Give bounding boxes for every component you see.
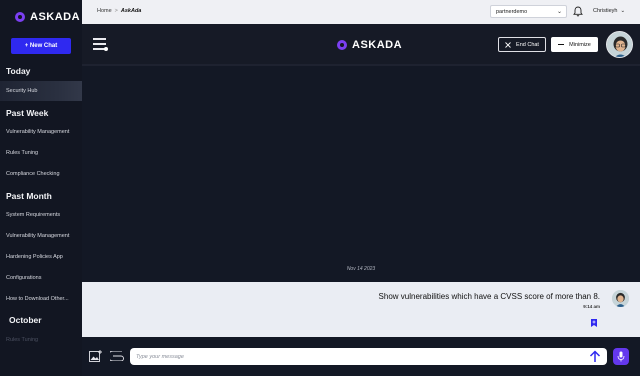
- sidebar-item-rules-tuning[interactable]: Rules Tuning: [0, 143, 82, 163]
- chevron-down-icon: ⌄: [556, 9, 562, 15]
- minimize-button[interactable]: Minimize: [551, 37, 598, 52]
- sidebar-item-rules-tuning-october[interactable]: Rules Tuning: [0, 330, 82, 350]
- workspace-value: partnerdemo: [496, 8, 528, 15]
- minimize-label: Minimize: [569, 41, 591, 48]
- sidebar-item-compliance-checking[interactable]: Compliance Checking: [0, 164, 82, 184]
- message-input[interactable]: [130, 348, 607, 365]
- avatar-illustration-icon: [612, 290, 629, 307]
- send-arrow-icon[interactable]: [589, 350, 601, 363]
- sidebar-brand[interactable]: ASKADA: [0, 0, 82, 34]
- date-separator: Nov 14 2023: [346, 266, 376, 272]
- user-name: Christieyh: [593, 8, 618, 14]
- new-chat-button[interactable]: + New Chat: [11, 38, 71, 54]
- section-past-month: Past Month: [6, 191, 52, 201]
- message-composer: [82, 337, 640, 376]
- workspace-select[interactable]: partnerdemo ⌄: [490, 5, 567, 18]
- breadcrumb-current: AskAda: [120, 8, 142, 14]
- chat-title: ASKADA: [337, 39, 402, 51]
- attachment-icon[interactable]: [110, 351, 125, 361]
- sidebar-item-vulnerability-management-2[interactable]: Vulnerability Management: [0, 226, 82, 246]
- top-bar: Home > AskAda partnerdemo ⌄ Christieyh ⌄: [82, 0, 640, 24]
- sidebar-item-system-requirements[interactable]: System Requirements: [0, 205, 82, 225]
- user-avatar: [612, 290, 629, 307]
- breadcrumb: Home > AskAda: [97, 8, 141, 14]
- chat-header: ASKADA End Chat Minimize: [82, 24, 640, 66]
- minimize-icon: [558, 43, 565, 46]
- end-chat-button[interactable]: End Chat: [498, 37, 546, 52]
- chat-title-text: ASKADA: [352, 39, 403, 51]
- user-menu[interactable]: Christieyh ⌄: [593, 8, 625, 14]
- end-chat-label: End Chat: [516, 41, 539, 48]
- bookmark-icon[interactable]: [591, 319, 597, 327]
- sidebar-item-hardening-policies[interactable]: Hardening Policies App: [0, 247, 82, 267]
- microphone-button[interactable]: [613, 348, 629, 365]
- messages-area[interactable]: Nov 14 2023: [82, 66, 640, 282]
- askada-logo-icon: [337, 40, 347, 50]
- sidebar: ASKADA + New Chat Today Security Hub Pas…: [0, 0, 82, 376]
- hamburger-menu-icon[interactable]: [93, 38, 108, 51]
- user-message: Show vulnerabilities which have a CVSS s…: [82, 282, 640, 337]
- close-icon: [505, 41, 511, 48]
- bell-icon[interactable]: [573, 6, 583, 17]
- sidebar-item-how-to-download[interactable]: How to Download Other...: [0, 289, 82, 309]
- section-october: October: [9, 315, 42, 325]
- breadcrumb-home[interactable]: Home: [97, 8, 112, 14]
- brand-name: ASKADA: [30, 11, 81, 23]
- message-time: 9:14 am: [583, 304, 600, 309]
- avatar-illustration-icon: [607, 32, 632, 57]
- sidebar-item-configurations[interactable]: Configurations: [0, 268, 82, 288]
- sidebar-item-vulnerability-management[interactable]: Vulnerability Management: [0, 122, 82, 142]
- breadcrumb-separator: >: [114, 8, 118, 14]
- askada-logo-icon: [15, 12, 25, 22]
- microphone-icon: [617, 351, 625, 362]
- sidebar-item-security-hub[interactable]: Security Hub: [0, 81, 82, 101]
- chevron-down-icon: ⌄: [620, 8, 626, 14]
- section-past-week: Past Week: [6, 108, 49, 118]
- message-text: Show vulnerabilities which have a CVSS s…: [378, 292, 600, 301]
- section-today: Today: [6, 66, 31, 76]
- assistant-avatar[interactable]: [606, 31, 633, 58]
- image-upload-icon[interactable]: [89, 350, 102, 362]
